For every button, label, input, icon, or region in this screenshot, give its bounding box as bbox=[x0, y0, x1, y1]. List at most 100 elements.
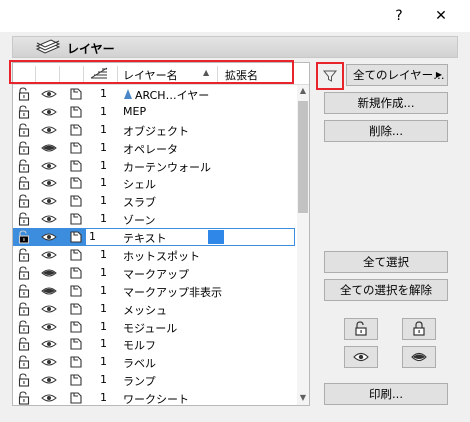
layer-row[interactable]: 1 ワークシート bbox=[13, 389, 297, 405]
intersection-group-icon[interactable] bbox=[89, 66, 109, 83]
unlock-icon[interactable] bbox=[17, 159, 33, 173]
eye-icon[interactable] bbox=[41, 320, 57, 334]
scroll-down-arrow-icon[interactable]: ▼ bbox=[297, 392, 309, 404]
eye-icon[interactable] bbox=[41, 337, 57, 351]
extension-cell[interactable] bbox=[208, 230, 224, 245]
unlock-icon[interactable] bbox=[17, 302, 33, 316]
wireframe-mode-icon[interactable] bbox=[69, 320, 85, 334]
unlock-icon[interactable] bbox=[17, 105, 33, 119]
help-button[interactable]: ? bbox=[384, 4, 414, 28]
scroll-thumb[interactable] bbox=[298, 101, 308, 213]
eye-icon[interactable] bbox=[41, 212, 57, 226]
wireframe-mode-icon[interactable] bbox=[69, 391, 85, 405]
layers-icon bbox=[35, 39, 61, 58]
wireframe-mode-icon[interactable] bbox=[69, 105, 85, 119]
unlock-icon[interactable] bbox=[17, 320, 33, 334]
layer-row[interactable]: 1 モジュール bbox=[13, 318, 297, 336]
eye-icon[interactable] bbox=[41, 176, 57, 190]
unlock-icon[interactable] bbox=[17, 194, 33, 208]
unlock-icon[interactable] bbox=[17, 337, 33, 352]
unlock-icon[interactable] bbox=[17, 355, 33, 369]
wireframe-mode-icon[interactable] bbox=[69, 248, 85, 262]
layer-row[interactable]: 1 テキスト bbox=[13, 228, 297, 247]
layer-row[interactable]: 1 MEP bbox=[13, 103, 297, 121]
unlock-icon[interactable] bbox=[17, 141, 33, 155]
layer-row[interactable]: 1 ゾーン bbox=[13, 210, 297, 228]
eye-icon[interactable] bbox=[41, 105, 57, 119]
eye-icon[interactable] bbox=[41, 123, 57, 137]
layer-name-edit-field[interactable] bbox=[85, 228, 295, 247]
layer-row[interactable]: 1 マークアップ非表示 bbox=[13, 282, 297, 300]
wireframe-mode-icon[interactable] bbox=[69, 302, 85, 316]
all-layers-dropdown[interactable]: 全てのレイヤー… ▶ bbox=[346, 64, 448, 86]
unlock-icon[interactable] bbox=[17, 248, 33, 262]
unlock-icon[interactable] bbox=[17, 176, 33, 191]
eye-closed-icon[interactable] bbox=[41, 284, 57, 298]
wireframe-mode-icon[interactable] bbox=[69, 194, 85, 208]
layers-section-header[interactable]: レイヤー bbox=[12, 36, 458, 58]
layer-row[interactable]: 1 ランプ bbox=[13, 371, 297, 389]
layer-row[interactable]: 1 メッシュ bbox=[13, 300, 297, 318]
name-column-header[interactable]: レイヤー名 bbox=[123, 67, 178, 83]
scroll-up-arrow-icon[interactable]: ▲ bbox=[297, 85, 309, 97]
filter-button[interactable] bbox=[316, 62, 344, 90]
eye-icon[interactable] bbox=[41, 194, 57, 208]
print-button[interactable]: 印刷... bbox=[324, 383, 448, 405]
layer-row[interactable]: 1 ホットスポット bbox=[13, 246, 297, 264]
layer-row[interactable]: 1 オペレータ bbox=[13, 139, 297, 157]
eye-icon[interactable] bbox=[41, 159, 57, 173]
lock-selected-button[interactable] bbox=[402, 318, 436, 340]
unlock-icon[interactable] bbox=[17, 212, 33, 226]
delete-layer-button[interactable]: 削除... bbox=[324, 120, 448, 142]
layer-row[interactable]: 1 モルフ bbox=[13, 335, 297, 353]
wireframe-mode-icon[interactable] bbox=[69, 159, 85, 173]
wireframe-mode-icon[interactable] bbox=[69, 230, 85, 244]
eye-icon[interactable] bbox=[41, 87, 57, 101]
dropdown-arrow-icon: ▶ bbox=[435, 70, 442, 79]
unlock-icon[interactable] bbox=[17, 123, 33, 137]
eye-closed-icon[interactable] bbox=[41, 141, 57, 155]
wireframe-mode-icon[interactable] bbox=[69, 337, 85, 351]
deselect-all-button[interactable]: 全ての選択を解除 bbox=[324, 279, 448, 301]
wireframe-mode-icon[interactable] bbox=[69, 123, 85, 137]
unlock-icon[interactable] bbox=[17, 230, 33, 244]
wireframe-mode-icon[interactable] bbox=[69, 266, 85, 280]
select-all-button[interactable]: 全て選択 bbox=[324, 251, 448, 273]
layer-row[interactable]: 1 マークアップ bbox=[13, 264, 297, 282]
list-scrollbar[interactable]: ▲ ▼ bbox=[297, 85, 309, 405]
hide-selected-button[interactable] bbox=[402, 346, 436, 368]
unlock-icon[interactable] bbox=[17, 266, 33, 280]
wireframe-mode-icon[interactable] bbox=[69, 141, 85, 155]
layer-row[interactable]: 1 スラブ bbox=[13, 192, 297, 210]
layer-row[interactable]: 1 シェル bbox=[13, 174, 297, 192]
unlock-icon[interactable] bbox=[17, 391, 33, 405]
layer-row[interactable]: 1 ラベル bbox=[13, 353, 297, 371]
show-selected-button[interactable] bbox=[344, 346, 378, 368]
layer-row[interactable]: 1 ARCH…イヤー bbox=[13, 85, 297, 103]
eye-icon[interactable] bbox=[41, 230, 57, 244]
close-button[interactable]: ✕ bbox=[426, 4, 456, 28]
eye-icon[interactable] bbox=[41, 248, 57, 262]
eye-icon[interactable] bbox=[41, 302, 57, 316]
unlock-icon[interactable] bbox=[17, 373, 33, 387]
eye-icon[interactable] bbox=[41, 373, 57, 387]
wireframe-mode-icon[interactable] bbox=[69, 373, 85, 387]
wireframe-mode-icon[interactable] bbox=[69, 176, 85, 190]
extension-column-header[interactable]: 拡張名 bbox=[225, 67, 258, 83]
layer-list[interactable]: レイヤー名 ▲ 拡張名 1 ARCH…イヤー 1 MEP 1 オブジェクト 1 オペレータ 1 カ… bbox=[12, 62, 310, 406]
new-layer-button[interactable]: 新規作成... bbox=[324, 92, 448, 114]
eye-closed-icon[interactable] bbox=[41, 266, 57, 280]
eye-icon[interactable] bbox=[41, 391, 57, 405]
wireframe-mode-icon[interactable] bbox=[69, 87, 85, 101]
intersection-group-number: 1 bbox=[100, 319, 107, 333]
wireframe-mode-icon[interactable] bbox=[69, 284, 85, 298]
unlock-selected-button[interactable] bbox=[344, 318, 378, 340]
unlock-icon[interactable] bbox=[17, 87, 33, 101]
wireframe-mode-icon[interactable] bbox=[69, 212, 85, 226]
layer-name: マークアップ bbox=[123, 267, 189, 281]
layer-row[interactable]: 1 オブジェクト bbox=[13, 121, 297, 139]
wireframe-mode-icon[interactable] bbox=[69, 355, 85, 369]
layer-row[interactable]: 1 カーテンウォール bbox=[13, 157, 297, 175]
unlock-icon[interactable] bbox=[17, 284, 33, 298]
eye-icon[interactable] bbox=[41, 355, 57, 369]
